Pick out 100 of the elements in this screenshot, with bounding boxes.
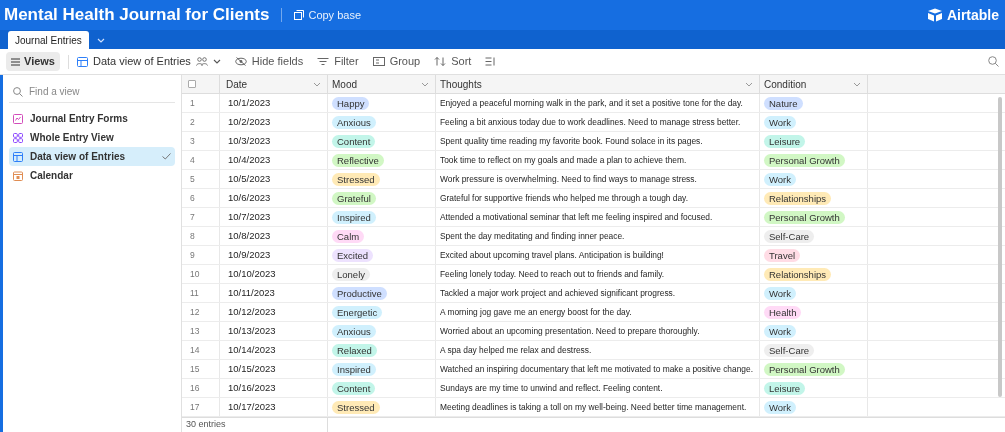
row-number: 12	[190, 305, 200, 319]
tag: Self-Care	[764, 343, 815, 357]
row-number: 3	[190, 134, 195, 148]
toolbar-button[interactable]: Group	[372, 53, 421, 70]
table-cell: A spa day helped me relax and destress.	[440, 343, 592, 357]
column-header[interactable]: Condition	[760, 75, 868, 93]
select-all-checkbox[interactable]	[188, 80, 196, 88]
gallery-icon	[13, 132, 23, 143]
table-cell-text: 10/12/2023	[228, 304, 276, 319]
search-button[interactable]	[988, 56, 999, 67]
chevron-down-icon	[745, 81, 753, 87]
column-header[interactable]: Date	[220, 75, 328, 93]
toolbar-button[interactable]: Filter	[317, 53, 359, 70]
calendar-icon	[13, 170, 23, 181]
group-icon	[372, 57, 385, 66]
table-cell: Took time to reflect on my goals and made a plan to achieve them.	[440, 153, 687, 167]
tag: Relaxed	[332, 343, 377, 357]
copy-icon	[294, 10, 305, 20]
row-number: 1	[190, 96, 195, 110]
table-cell-text: 10/14/2023	[228, 342, 276, 357]
view-switcher-button[interactable]: Data view of Entries	[77, 53, 221, 70]
table-cell: A morning jog gave me an energy boost for the day.	[440, 305, 632, 319]
tag: Inspired	[332, 210, 376, 224]
row-number: 9	[190, 248, 195, 262]
chevron-down-icon	[421, 81, 429, 87]
form-icon	[13, 113, 23, 124]
tag: Inspired	[332, 362, 376, 376]
grid-icon	[13, 151, 23, 162]
row-number: 17	[190, 400, 200, 414]
tag: Work	[764, 324, 796, 338]
tag: Personal Growth	[764, 362, 845, 376]
tag: Travel	[764, 248, 801, 262]
toolbar-button[interactable]: Hide fields	[234, 53, 304, 70]
chevron-down-icon	[313, 81, 321, 87]
eye-slash-icon	[234, 57, 247, 66]
row-number: 15	[190, 362, 200, 376]
row-number: 4	[190, 153, 195, 167]
tag: Calm	[332, 229, 365, 243]
table-cell: Enjoyed a peaceful morning walk in the park, and it set a positive tone for the day.	[440, 96, 743, 110]
table-cell-text: 10/11/2023	[228, 285, 275, 300]
tag: Anxious	[332, 324, 376, 338]
sort-icon	[434, 57, 447, 66]
view-item[interactable]: Journal Entry Forms	[9, 109, 175, 128]
row-number: 11	[190, 286, 199, 300]
tag: Reflective	[332, 153, 384, 167]
view-item[interactable]: Calendar	[9, 166, 175, 185]
table-cell-text: 10/1/2023	[228, 95, 271, 110]
table-tab[interactable]: Journal Entries	[8, 31, 89, 49]
table-cell: Sundays are my time to unwind and reflect. Feeling content.	[440, 381, 663, 395]
chevron-down-icon	[212, 59, 221, 64]
row-number: 13	[190, 324, 200, 338]
table-cell-text: 10/8/2023	[228, 228, 271, 243]
table-cell-text: 10/17/2023	[228, 399, 276, 414]
people-icon	[195, 57, 208, 66]
table-cell: Grateful for supportive friends who helped me through a tough day.	[440, 191, 688, 205]
tag: Grateful	[332, 191, 376, 205]
tag: Self-Care	[764, 229, 815, 243]
row-number: 5	[190, 172, 195, 186]
table-cell-text: 10/4/2023	[228, 152, 271, 167]
column-header[interactable]: Thoughts	[436, 75, 760, 93]
table-cell: Tackled a major work project and achieved significant progress.	[440, 286, 676, 300]
row-number: 8	[190, 229, 195, 243]
tag: Relationships	[764, 191, 832, 205]
row-height-button[interactable]	[485, 57, 497, 66]
tag: Anxious	[332, 115, 376, 129]
record-count: 30 entries	[186, 418, 226, 432]
view-item[interactable]: Whole Entry View	[9, 128, 175, 147]
table-cell-text: 10/15/2023	[228, 361, 276, 376]
tag: Leisure	[764, 134, 806, 148]
table-cell-text: 10/10/2023	[228, 266, 276, 281]
tag: Work	[764, 286, 796, 300]
grid-icon	[77, 56, 88, 67]
tag: Content	[332, 381, 376, 395]
tag: Stressed	[332, 172, 380, 186]
column-header[interactable]: Mood	[328, 75, 436, 93]
table-cell: Meeting deadlines is taking a toll on my well-being. Need better time management.	[440, 400, 747, 414]
row-number: 7	[190, 210, 195, 224]
tag: Productive	[332, 286, 387, 300]
copy-base-button[interactable]: Copy base	[294, 6, 362, 24]
table-cell: Feeling lonely today. Need to reach out to friends and family.	[440, 267, 665, 281]
view-item[interactable]: Data view of Entries	[9, 147, 175, 166]
search-icon	[988, 56, 999, 67]
tag: Health	[764, 305, 802, 319]
tag: Personal Growth	[764, 153, 845, 167]
filter-icon	[317, 57, 330, 66]
toolbar-button[interactable]: Sort	[434, 53, 472, 70]
tag: Leisure	[764, 381, 806, 395]
tag: Happy	[332, 96, 370, 110]
table-cell: Watched an inspiring documentary that left me motivated to make a positive change.	[440, 362, 753, 376]
chevron-down-icon	[853, 81, 861, 87]
table-cell-text: 10/13/2023	[228, 323, 276, 338]
tag: Work	[764, 172, 796, 186]
table-cell: Worried about an upcoming presentation. Need to prepare thoroughly.	[440, 324, 700, 338]
search-icon	[13, 86, 23, 97]
search-field[interactable]: Find a view	[29, 84, 159, 99]
table-cell-text: 10/2/2023	[228, 114, 271, 129]
views-button[interactable]: Views	[6, 52, 60, 71]
menu-icon	[11, 57, 20, 66]
base-title: Mental Health Journal for Clients	[4, 4, 270, 27]
tag: Energetic	[332, 305, 383, 319]
